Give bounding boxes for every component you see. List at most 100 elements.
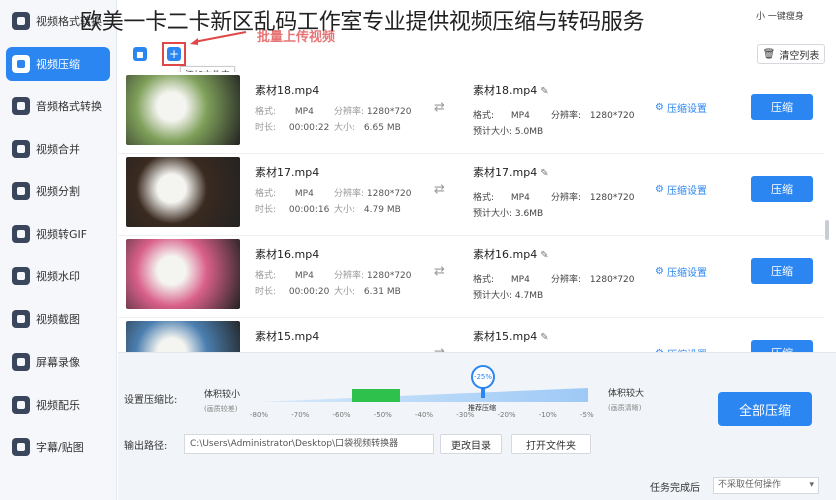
change-dir-button[interactable]: 更改目录 <box>440 434 502 454</box>
resolution-label: 分辨率: <box>334 271 365 281</box>
compress-button[interactable]: 压缩 <box>751 258 813 284</box>
source-size: 6.65 MB <box>363 123 401 133</box>
large-size-note: (画质清晰) <box>608 404 642 412</box>
slider-tick-label: -60% <box>332 411 351 419</box>
open-folder-button[interactable]: 打开文件夹 <box>511 434 591 454</box>
video-thumbnail[interactable] <box>126 239 240 309</box>
compression-settings-link[interactable]: ⚙压缩设置 <box>655 264 707 279</box>
output-path-label: 输出路径: <box>124 441 168 452</box>
output-format: MP4 <box>510 193 530 203</box>
pencil-icon[interactable]: ✎ <box>540 332 548 343</box>
gear-icon: ⚙ <box>655 184 664 195</box>
source-file-name: 素材15.mp4 <box>255 330 320 343</box>
output-name-wrap: 素材15.mp4 ✎ <box>473 328 549 344</box>
add-file-button[interactable]: ▪ <box>130 44 150 64</box>
output-file-name[interactable]: 素材17.mp4 <box>473 166 537 179</box>
size-label: 大小: <box>334 205 356 215</box>
folder-plus-icon: + <box>167 47 181 61</box>
clear-list-button[interactable]: 🗑 清空列表 <box>757 44 825 64</box>
sidebar-item-10[interactable]: 字幕/贴图 <box>0 430 117 464</box>
sidebar-item-6[interactable]: 视频水印 <box>0 259 117 293</box>
resolution-label: 分辨率: <box>551 275 582 285</box>
source-format: MP4 <box>294 189 314 199</box>
compression-settings-link[interactable]: ⚙压缩设置 <box>655 100 707 115</box>
settings-label: 压缩设置 <box>666 104 707 115</box>
sidebar-item-8[interactable]: 屏幕录像 <box>0 345 117 379</box>
sidebar-item-2[interactable]: 音频格式转换 <box>0 89 117 123</box>
sidebar-tool-icon <box>12 353 30 371</box>
pencil-icon[interactable]: ✎ <box>540 250 548 261</box>
format-label: 格式: <box>255 107 277 117</box>
compress-all-button[interactable]: 全部压缩 <box>718 392 812 426</box>
slider-tick-label: -40% <box>415 411 434 419</box>
slider-tick-label: -50% <box>373 411 392 419</box>
output-path-input[interactable]: C:\Users\Administrator\Desktop\口袋视频转换器 <box>184 434 434 454</box>
trash-icon: 🗑 <box>762 48 776 60</box>
slider-handle[interactable]: -25% <box>471 365 495 389</box>
large-size-label: 体积较大 <box>608 389 645 399</box>
recommended-range <box>352 389 400 402</box>
output-file-name[interactable]: 素材16.mp4 <box>473 248 537 261</box>
resolution-label: 分辨率: <box>551 193 582 203</box>
clear-list-label: 清空列表 <box>779 50 820 62</box>
sidebar-item-7[interactable]: 视频截图 <box>0 302 117 336</box>
resolution-label: 分辨率: <box>334 107 365 117</box>
compression-slider[interactable] <box>258 388 588 402</box>
sidebar-item-label: 屏幕录像 <box>36 356 80 369</box>
bottom-panel: 设置压缩比: 体积较小 (画质较差) -25% 推荐压缩 -80% -70% -60… <box>118 352 836 500</box>
sidebar-tool-icon <box>12 438 30 456</box>
compression-settings-link[interactable]: ⚙压缩设置 <box>655 182 707 197</box>
output-file-name[interactable]: 素材18.mp4 <box>473 84 537 97</box>
output-file-name[interactable]: 素材15.mp4 <box>473 330 537 343</box>
sidebar-item-4[interactable]: 视频分割 <box>0 174 117 208</box>
sidebar-tool-icon <box>12 140 30 158</box>
sidebar-item-9[interactable]: 视频配乐 <box>0 388 117 422</box>
app-window: 视频格式转换 视频压缩 音频格式转换 视频合并 视频分割 视频转GIF 视频水印 视频截图 屏幕… <box>0 0 836 500</box>
sidebar-item-3[interactable]: 视频合并 <box>0 132 117 166</box>
estimated-label: 预计大小: <box>473 209 513 219</box>
video-thumbnail[interactable] <box>126 157 240 227</box>
resolution-label: 分辨率: <box>334 189 365 199</box>
sidebar-item-5[interactable]: 视频转GIF <box>0 217 117 251</box>
overlay-title: 欧美一卡二卡新区乱码工作室专业提供视频压缩与转码服务 <box>80 10 645 35</box>
compress-button[interactable]: 压缩 <box>751 340 813 352</box>
sidebar-item-label: 视频配乐 <box>36 399 80 412</box>
source-duration: 00:00:20 <box>288 287 330 297</box>
size-label: 大小: <box>334 287 356 297</box>
sidebar-tool-icon <box>12 310 30 328</box>
convert-arrows-icon: ⇄ <box>434 264 445 279</box>
duration-label: 时长: <box>255 205 277 215</box>
small-size-note: (画质较差) <box>204 405 238 413</box>
slider-tick-label: -20% <box>497 411 516 419</box>
sidebar-tool-icon <box>12 267 30 285</box>
slider-tick-label: -30% <box>456 411 475 419</box>
top-right-text[interactable]: 小 一键瘦身 <box>756 9 804 22</box>
format-label: 格式: <box>255 189 277 199</box>
resolution-label: 分辨率: <box>551 111 582 121</box>
estimated-size: 3.6MB <box>514 209 544 219</box>
file-list: 素材18.mp4 格式: MP4 分辨率: 1280*720 时长: 00:00:22… <box>118 72 824 352</box>
source-size: 4.79 MB <box>363 205 401 215</box>
scrollbar[interactable] <box>825 220 829 240</box>
pencil-icon[interactable]: ✎ <box>540 168 548 179</box>
finish-action-select[interactable]: 不采取任何操作 <box>713 477 819 494</box>
sidebar-tool-icon <box>12 55 30 73</box>
sidebar-item-1[interactable]: 视频压缩 <box>6 47 110 81</box>
compress-button[interactable]: 压缩 <box>751 94 813 120</box>
file-row: 素材16.mp4 格式: MP4 分辨率: 1280*720 时长: 00:00:20… <box>118 236 824 318</box>
output-name-wrap: 素材18.mp4 ✎ <box>473 82 549 98</box>
estimated-size: 5.0MB <box>514 127 544 137</box>
size-label: 大小: <box>334 123 356 133</box>
video-thumbnail[interactable] <box>126 75 240 145</box>
sidebar-item-label: 视频压缩 <box>36 58 80 71</box>
add-folder-button[interactable]: + <box>162 42 186 66</box>
compress-button[interactable]: 压缩 <box>751 176 813 202</box>
video-thumbnail[interactable] <box>126 321 240 352</box>
format-label: 格式: <box>473 275 495 285</box>
output-format: MP4 <box>510 275 530 285</box>
output-name-wrap: 素材16.mp4 ✎ <box>473 246 549 262</box>
pencil-icon[interactable]: ✎ <box>540 86 548 97</box>
file-row: 素材17.mp4 格式: MP4 分辨率: 1280*720 时长: 00:00:16… <box>118 154 824 236</box>
estimated-size: 4.7MB <box>514 291 544 301</box>
sidebar-item-label: 音频格式转换 <box>36 100 102 113</box>
